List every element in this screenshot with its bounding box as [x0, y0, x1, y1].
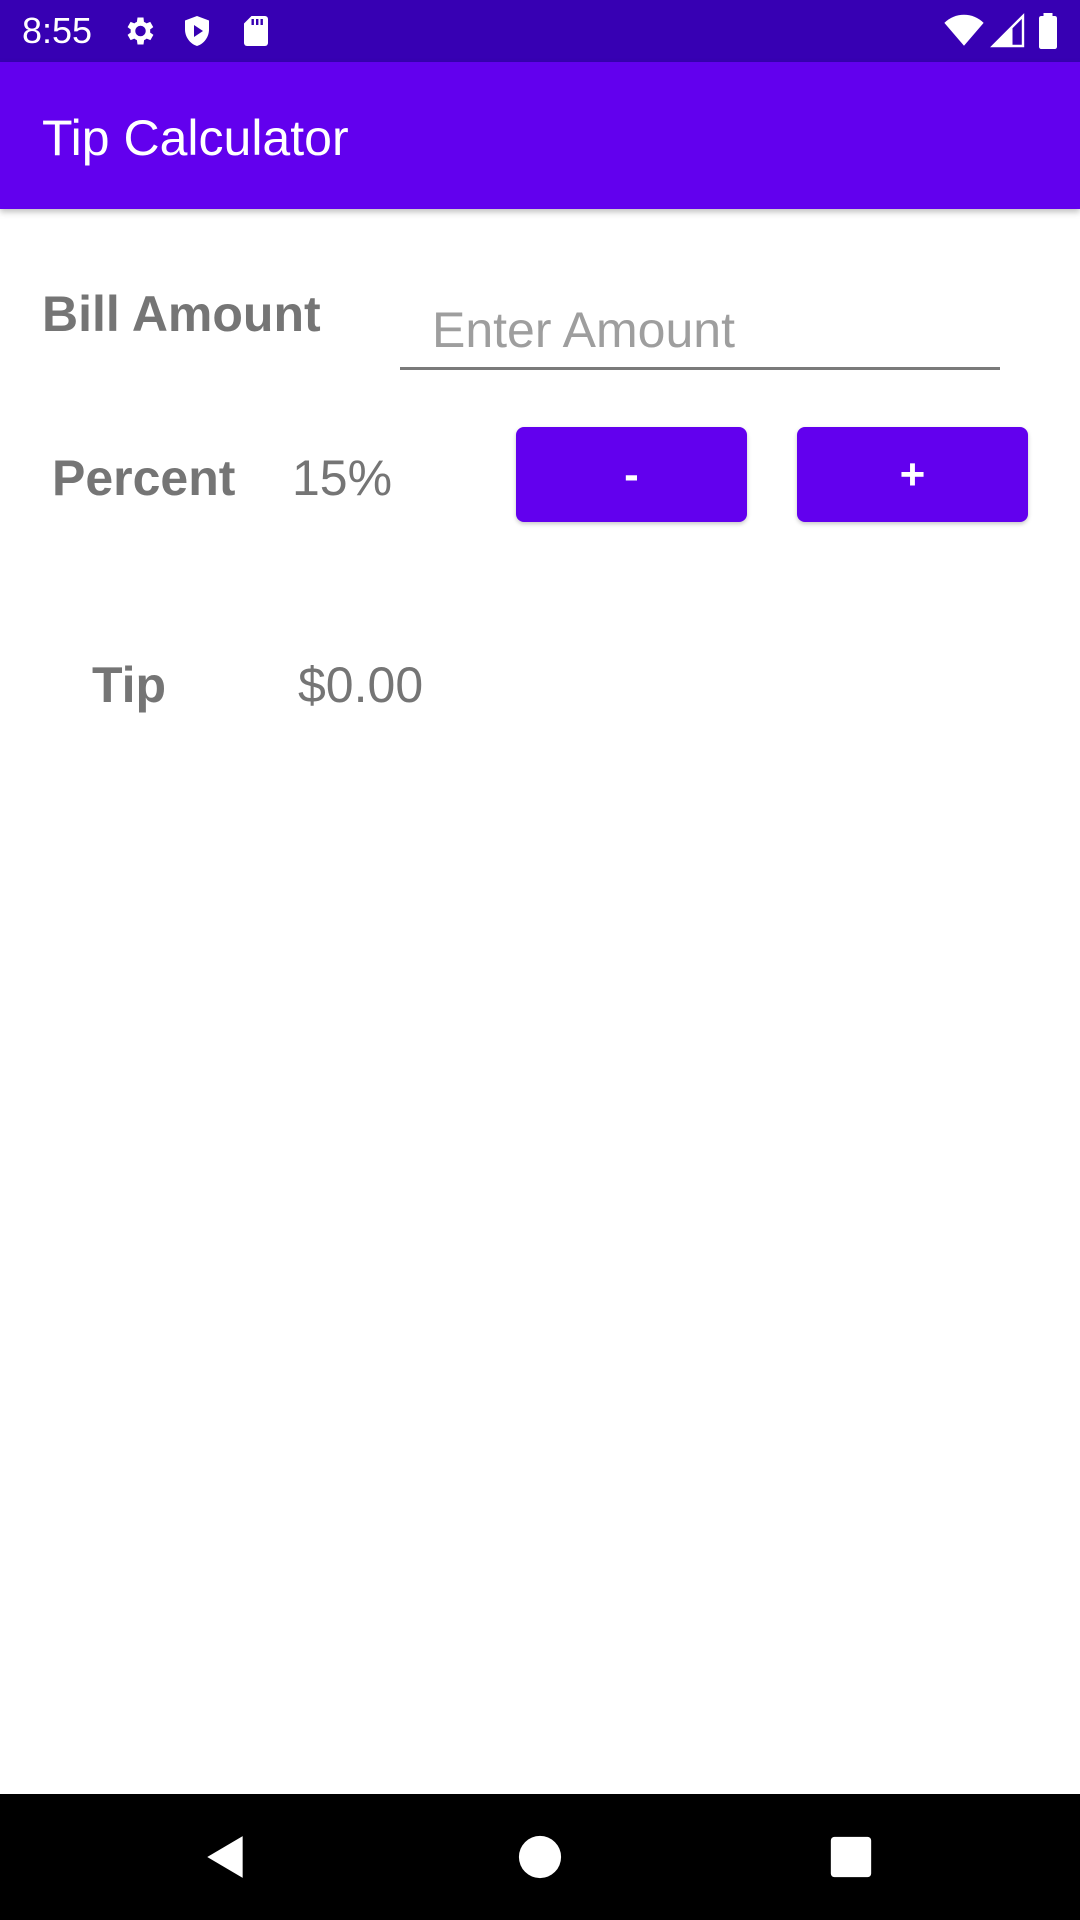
back-icon[interactable] — [193, 1824, 259, 1890]
screen: 8:55 Tip Calculator Bill Amount Enter Am… — [0, 0, 1080, 1920]
home-icon[interactable] — [507, 1824, 573, 1890]
app-bar: Tip Calculator — [0, 62, 1080, 209]
app-title: Tip Calculator — [42, 110, 349, 166]
signal-icon — [990, 13, 1026, 49]
tip-label: Tip — [92, 657, 167, 713]
battery-icon — [1036, 13, 1060, 49]
shield-icon — [179, 13, 215, 49]
tip-value: $0.00 — [298, 657, 424, 713]
navigation-bar — [0, 1794, 1080, 1920]
percent-label: Percent — [52, 450, 236, 506]
bill-amount-input[interactable] — [400, 292, 1000, 370]
status-bar: 8:55 — [0, 0, 1080, 62]
percent-value: 15% — [292, 450, 393, 506]
recents-icon[interactable] — [818, 1824, 884, 1890]
gear-icon — [121, 13, 157, 49]
wifi-icon — [944, 13, 984, 49]
bill-amount-label: Bill Amount — [42, 286, 321, 342]
status-time: 8:55 — [22, 10, 93, 51]
increase-percent-button[interactable]: + — [797, 427, 1028, 522]
decrease-percent-button[interactable]: - — [516, 427, 747, 522]
sd-card-icon — [238, 13, 274, 49]
